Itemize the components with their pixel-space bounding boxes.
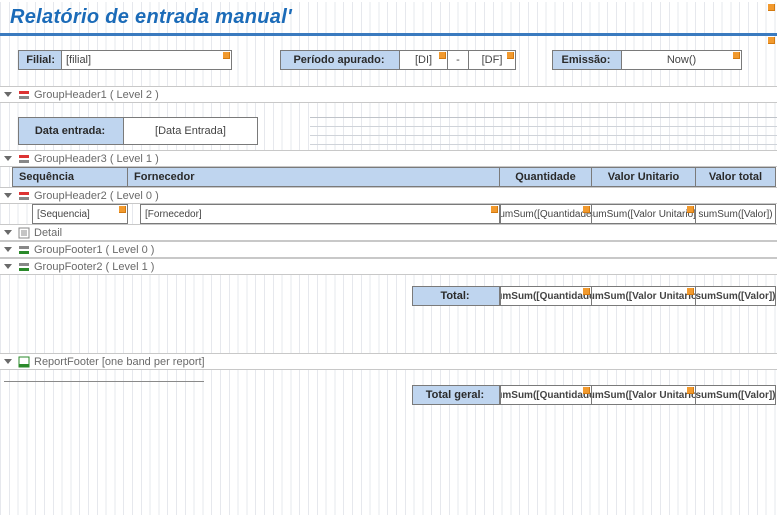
collapse-toggle-icon[interactable] [4,264,12,269]
band-header-gf2[interactable]: GroupFooter2 ( Level 1 ) [0,258,777,275]
total-vt[interactable]: sumSum([Valor]) [696,286,776,306]
data-entrada-label: Data entrada: [18,117,124,145]
band-header-gh2[interactable]: GroupHeader2 ( Level 0 ) [0,187,777,204]
grand-total-label: Total geral: [412,385,500,405]
band-header-gf1[interactable]: GroupFooter1 ( Level 0 ) [0,241,777,258]
collapse-toggle-icon[interactable] [4,193,12,198]
smart-tag-icon[interactable] [119,206,126,213]
gh2-body: [Sequencia] [Fornecedor] sumSum([Quantid… [0,204,777,224]
band-label: GroupHeader3 ( Level 1 ) [34,153,159,165]
collapse-toggle-icon[interactable] [4,156,12,161]
filial-field[interactable]: [filial] [62,50,232,70]
grid-lines [310,117,777,145]
band-label: ReportFooter [one band per report] [34,356,205,368]
smart-tag-icon[interactable] [768,37,775,44]
gh3-body: Sequência Fornecedor Quantidade Valor Un… [0,167,777,187]
collapse-toggle-icon[interactable] [4,359,12,364]
band-header-gh3[interactable]: GroupHeader3 ( Level 1 ) [0,150,777,167]
collapse-toggle-icon[interactable] [4,247,12,252]
smart-tag-icon[interactable] [687,288,694,295]
collapse-toggle-icon[interactable] [4,92,12,97]
groupheader-band-icon [18,153,30,165]
report-params-band: Filial: [filial] Período apurado: [DI] -… [0,36,777,86]
groupheader-band-icon [18,190,30,202]
gh1-body: Data entrada: [Data Entrada] [0,103,777,150]
smart-tag-icon[interactable] [768,4,775,11]
band-header-gh1[interactable]: GroupHeader1 ( Level 2 ) [0,86,777,103]
band-label: GroupFooter2 ( Level 1 ) [34,261,154,273]
periodo-di-field[interactable]: [DI] [400,50,448,70]
smart-tag-icon[interactable] [223,52,230,59]
line-control[interactable] [4,372,204,382]
groupfooter-band-icon [18,261,30,273]
smart-tag-icon[interactable] [507,52,514,59]
col-header-quantidade[interactable]: Quantidade [500,167,592,187]
band-header-detail[interactable]: Detail [0,224,777,241]
total-label: Total: [412,286,500,306]
cell-sum-vu[interactable]: sumSum([Valor Unitario]) [592,204,696,224]
cell-sequencia[interactable]: [Sequencia] [32,204,128,224]
band-label: Detail [34,227,62,239]
band-label: GroupFooter1 ( Level 0 ) [34,244,154,256]
data-entrada-field[interactable]: [Data Entrada] [124,117,258,145]
emissao-label: Emissão: [552,50,622,70]
smart-tag-icon[interactable] [687,206,694,213]
cell-fornecedor[interactable]: [Fornecedor] [140,204,500,224]
col-header-fornecedor[interactable]: Fornecedor [128,167,500,187]
col-header-valor-unitario[interactable]: Valor Unitario [592,167,696,187]
smart-tag-icon[interactable] [583,288,590,295]
report-title: Relatório de entrada manual' [10,6,767,29]
gf2-body: Total: sumSum([Quantidade]) sumSum([Valo… [0,275,777,323]
rf-body: Total geral: sumSum([Quantidade]) sumSum… [0,370,777,404]
total-qtd[interactable]: sumSum([Quantidade]) [500,286,592,306]
collapse-toggle-icon[interactable] [4,230,12,235]
smart-tag-icon[interactable] [583,206,590,213]
detail-band-icon [18,227,30,239]
grand-total-vt[interactable]: sumSum([Valor]) [696,385,776,405]
band-label: GroupHeader1 ( Level 2 ) [34,89,159,101]
emissao-field[interactable]: Now() [622,50,742,70]
smart-tag-icon[interactable] [687,387,694,394]
smart-tag-icon[interactable] [439,52,446,59]
band-label: GroupHeader2 ( Level 0 ) [34,190,159,202]
smart-tag-icon[interactable] [583,387,590,394]
periodo-df-field[interactable]: [DF] [468,50,516,70]
cell-sum-qtd[interactable]: sumSum([Quantidade]) [500,204,592,224]
cell-sum-vt[interactable]: sumSum([Valor]) [696,204,776,224]
reportfooter-band-icon [18,356,30,368]
col-header-sequencia[interactable]: Sequência [12,167,128,187]
groupfooter-band-icon [18,244,30,256]
smart-tag-icon[interactable] [491,206,498,213]
filial-label: Filial: [18,50,62,70]
band-header-rf[interactable]: ReportFooter [one band per report] [0,353,777,370]
total-vu[interactable]: sumSum([Valor Unitario]) [592,286,696,306]
groupheader-band-icon [18,89,30,101]
periodo-dash: - [448,50,468,70]
smart-tag-icon[interactable] [733,52,740,59]
grand-total-qtd[interactable]: sumSum([Quantidade]) [500,385,592,405]
grand-total-vu[interactable]: sumSum([Valor Unitario]) [592,385,696,405]
report-title-band: Relatório de entrada manual' [0,0,777,36]
col-header-valor-total[interactable]: Valor total [696,167,776,187]
periodo-label: Período apurado: [280,50,400,70]
